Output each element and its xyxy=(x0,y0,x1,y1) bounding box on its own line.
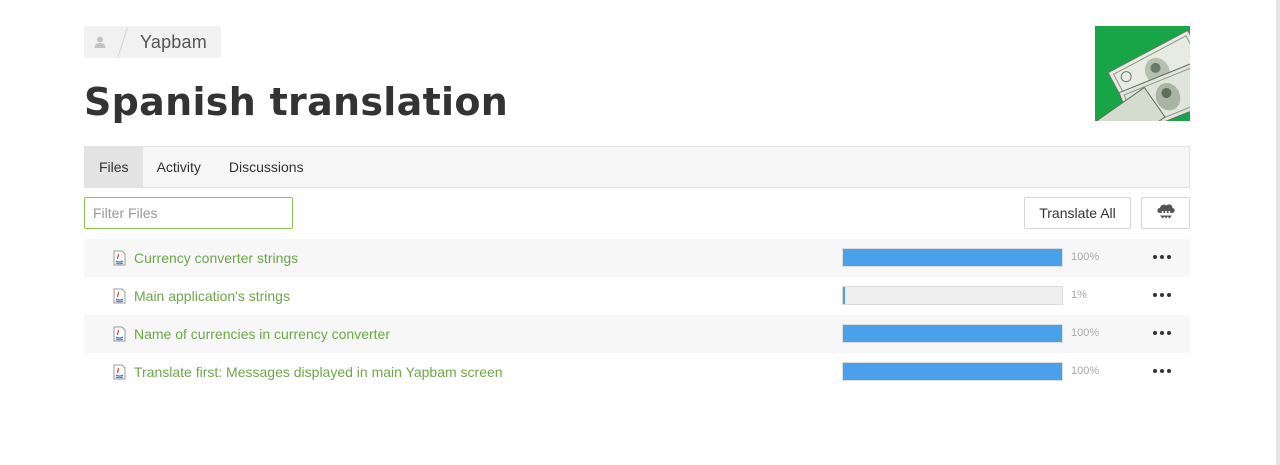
progress-percent: 100% xyxy=(1071,327,1100,339)
more-options-icon[interactable] xyxy=(1152,323,1172,343)
progress-percent: 100% xyxy=(1071,365,1100,377)
progress-fill xyxy=(843,287,846,304)
more-options-icon[interactable] xyxy=(1152,361,1172,381)
progress-percent: 1% xyxy=(1071,289,1087,301)
filter-files-input[interactable] xyxy=(84,197,293,229)
file-name-link[interactable]: Main application's strings xyxy=(134,288,290,304)
progress-percent: 100% xyxy=(1071,251,1100,263)
breadcrumb-separator xyxy=(116,26,130,58)
progress-fill xyxy=(843,325,1062,342)
translate-all-button[interactable]: Translate All xyxy=(1024,197,1131,229)
cloud-download-icon xyxy=(1155,203,1177,224)
java-file-icon xyxy=(112,250,128,266)
file-name-link[interactable]: Translate first: Messages displayed in m… xyxy=(134,364,503,380)
java-file-icon xyxy=(112,364,128,380)
file-name-link[interactable]: Name of currencies in currency converter xyxy=(134,326,390,342)
breadcrumb: Yapbam xyxy=(84,26,221,58)
progress-bar xyxy=(842,362,1063,381)
tab-discussions[interactable]: Discussions xyxy=(215,147,318,187)
file-row: Translate first: Messages displayed in m… xyxy=(84,353,1190,391)
file-row: Currency converter strings 100% xyxy=(84,239,1190,277)
download-button[interactable] xyxy=(1141,197,1190,229)
file-name-link[interactable]: Currency converter strings xyxy=(134,250,298,266)
tab-bar: Files Activity Discussions xyxy=(84,146,1190,188)
java-file-icon xyxy=(112,326,128,342)
more-options-icon[interactable] xyxy=(1152,247,1172,267)
breadcrumb-project-link[interactable]: Yapbam xyxy=(130,32,221,53)
page-title: Spanish translation xyxy=(84,80,509,124)
scrollbar[interactable] xyxy=(1276,0,1280,465)
more-options-icon[interactable] xyxy=(1152,285,1172,305)
progress-bar xyxy=(842,286,1063,305)
file-row: Name of currencies in currency converter… xyxy=(84,315,1190,353)
tab-activity[interactable]: Activity xyxy=(143,147,215,187)
progress-bar xyxy=(842,248,1063,267)
tab-files[interactable]: Files xyxy=(85,147,143,187)
progress-fill xyxy=(843,363,1062,380)
progress-fill xyxy=(843,249,1062,266)
java-file-icon xyxy=(112,288,128,304)
user-icon[interactable] xyxy=(84,26,116,58)
progress-bar xyxy=(842,324,1063,343)
file-list: Currency converter strings 100% Main app… xyxy=(84,239,1190,391)
file-row: Main application's strings 1% xyxy=(84,277,1190,315)
project-logo-image xyxy=(1095,26,1190,121)
